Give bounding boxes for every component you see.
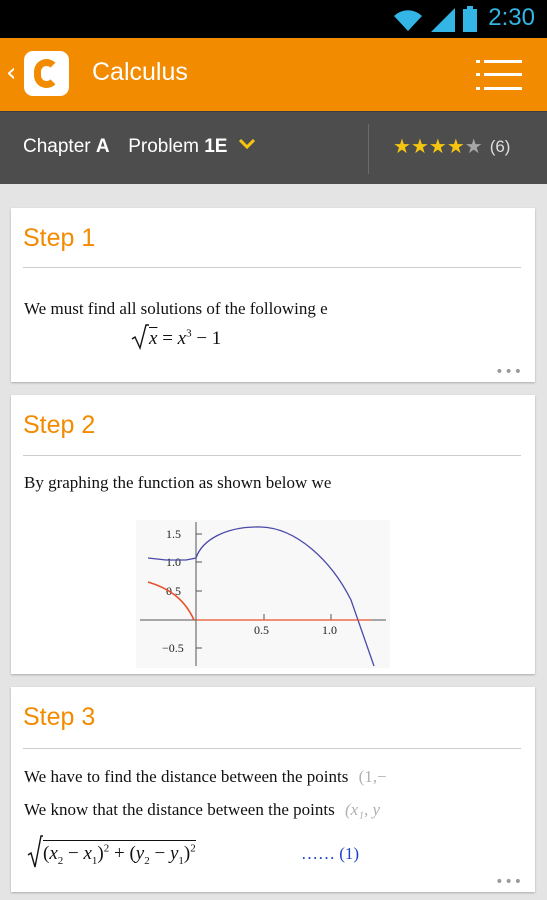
radical-sign — [27, 835, 43, 868]
exponent: 3 — [186, 327, 192, 340]
step-title: Step 1 — [23, 224, 96, 252]
clock: 2:30 — [488, 4, 535, 31]
more-icon[interactable]: ••• — [495, 365, 523, 379]
app-logo[interactable] — [24, 51, 69, 96]
star-icon: ★ — [410, 134, 429, 158]
signal-icon — [431, 8, 455, 32]
problem-value: 1E — [204, 136, 228, 157]
chapter-problem-selector[interactable]: Chapter A Problem 1E — [23, 136, 255, 158]
y-tick-label: −0.5 — [162, 641, 184, 655]
point-2: (x₁, y — [344, 800, 381, 819]
step-card[interactable]: Step 3 We have to find the distance betw… — [11, 687, 535, 892]
equation-number: …… (1) — [301, 844, 360, 863]
star-icon: ★ — [446, 134, 465, 158]
app-bar: ‹ Calculus — [0, 38, 547, 111]
star-icon: ★ — [393, 134, 411, 158]
x-tick-label: 1.0 — [322, 623, 337, 637]
step-text: We have to find the distance between the… — [24, 767, 464, 789]
step-title: Step 3 — [23, 703, 96, 731]
divider — [23, 748, 521, 749]
problem-prefix: Problem — [128, 136, 199, 157]
chapter-problem-bar: Chapter A Problem 1E ★★★★★ (6) — [0, 111, 547, 184]
rating[interactable]: ★★★★★ (6) — [393, 136, 510, 158]
star-icon: ★ — [428, 134, 447, 158]
step-text: We must find all solutions of the follow… — [24, 299, 384, 321]
rating-count: (6) — [489, 137, 511, 156]
step-text-line: We have to find the distance between the… — [24, 767, 349, 786]
status-icons — [393, 6, 477, 32]
chevron-down-icon[interactable] — [238, 139, 255, 149]
divider — [23, 267, 521, 268]
rating-stars: ★★★★★ — [393, 136, 483, 158]
list-menu-icon[interactable] — [476, 59, 522, 91]
equation-tail: − 1 — [196, 328, 222, 349]
step-text-line: We know that the distance between the po… — [24, 800, 335, 819]
distance-formula: (x2 − x1)2 + (y2 − y1)2 — [27, 835, 196, 875]
radicand: x — [149, 328, 158, 349]
chapter-prefix: Chapter — [23, 136, 91, 157]
step-card[interactable]: Step 1 We must find all solutions of the… — [11, 208, 535, 382]
divider — [23, 455, 521, 456]
function-graph: 1.5 1.0 0.5 −0.5 0.5 1.0 — [136, 520, 390, 668]
equation: x = x3 − 1 — [131, 324, 221, 352]
page-title: Calculus — [92, 58, 188, 86]
y-tick-label: 1.5 — [166, 527, 181, 541]
wifi-icon — [394, 10, 422, 31]
x-tick-label: 0.5 — [254, 623, 269, 637]
more-icon[interactable]: ••• — [495, 875, 523, 889]
step-card[interactable]: Step 2 By graphing the function as shown… — [11, 395, 535, 674]
status-bar: 2:30 — [0, 0, 547, 38]
step-text: By graphing the function as shown below … — [24, 473, 384, 495]
radical-sign — [131, 324, 149, 351]
divider — [368, 124, 369, 174]
point-1: (1,− — [358, 767, 387, 786]
equation-rhs: x — [177, 328, 187, 349]
step-title: Step 2 — [23, 411, 96, 439]
star-icon: ★ — [464, 134, 483, 158]
back-chevron-icon[interactable]: ‹ — [6, 60, 16, 86]
battery-icon — [463, 6, 477, 32]
graph-svg: 1.5 1.0 0.5 −0.5 0.5 1.0 — [140, 522, 386, 667]
y-tick-label: 1.0 — [166, 555, 181, 569]
chapter-value: A — [95, 136, 110, 157]
step-text: We know that the distance between the po… — [24, 800, 464, 824]
